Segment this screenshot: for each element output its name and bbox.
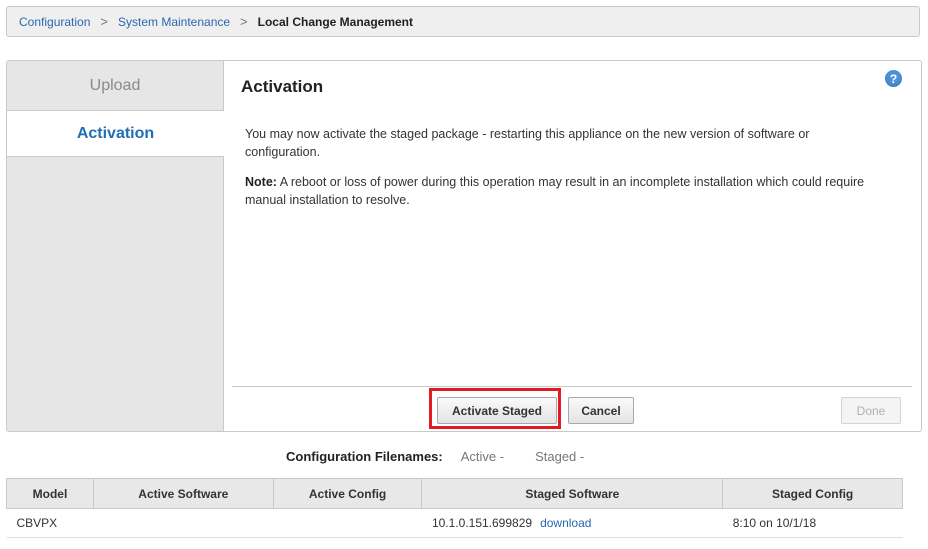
config-filenames-label: Configuration Filenames: xyxy=(286,449,443,464)
chevron-right-icon: > xyxy=(100,14,108,29)
column-header: Staged Config xyxy=(722,478,903,509)
cell-model: CBVPX xyxy=(6,508,94,538)
cell-staged-software: 10.1.0.151.699829 download xyxy=(421,508,723,538)
config-staged-value: Staged - xyxy=(535,449,585,464)
breadcrumb-current: Local Change Management xyxy=(257,14,414,29)
cancel-button[interactable]: Cancel xyxy=(568,397,634,424)
cell-active-software xyxy=(93,508,274,538)
column-header: Staged Software xyxy=(421,478,724,509)
help-icon[interactable]: ? xyxy=(885,70,902,87)
config-active-value: Active - xyxy=(460,449,505,464)
page-title: Activation xyxy=(241,77,324,96)
note-text: Note: A reboot or loss of power during t… xyxy=(245,173,885,209)
note-body: A reboot or loss of power during this op… xyxy=(245,175,865,207)
download-link[interactable]: download xyxy=(540,516,591,530)
wizard-sidebar: Upload Activation xyxy=(7,61,224,431)
tab-activation[interactable]: Activation xyxy=(7,111,224,157)
note-label: Note: xyxy=(245,175,277,189)
software-table: Model Active Software Active Config Stag… xyxy=(6,478,903,538)
table-row: CBVPX 10.1.0.151.699829 download 8:10 on … xyxy=(6,508,903,538)
breadcrumb-configuration-link[interactable]: Configuration xyxy=(19,15,90,29)
column-header: Active Config xyxy=(272,478,423,509)
done-button[interactable]: Done xyxy=(841,397,901,424)
column-header: Model xyxy=(6,478,94,509)
activate-staged-button[interactable]: Activate Staged xyxy=(437,397,557,424)
tab-upload[interactable]: Upload xyxy=(7,61,223,111)
column-header: Active Software xyxy=(92,478,274,509)
wizard-panel: Upload Activation Activation ? You may n… xyxy=(6,60,922,432)
footer-divider xyxy=(232,386,912,387)
cell-active-config xyxy=(273,508,422,538)
table-header-row: Model Active Software Active Config Stag… xyxy=(6,478,903,509)
configuration-filenames: Configuration Filenames: Active - Staged… xyxy=(286,449,584,464)
chevron-right-icon: > xyxy=(240,14,248,29)
cell-staged-config: 8:10 on 10/1/18 xyxy=(722,508,903,538)
activation-message: You may now activate the staged package … xyxy=(245,127,810,159)
breadcrumb: Configuration > System Maintenance > Loc… xyxy=(6,6,920,37)
wizard-content: Activation ? You may now activate the st… xyxy=(225,61,921,431)
breadcrumb-system-maintenance-link[interactable]: System Maintenance xyxy=(118,15,230,29)
staged-software-version: 10.1.0.151.699829 xyxy=(431,516,533,530)
